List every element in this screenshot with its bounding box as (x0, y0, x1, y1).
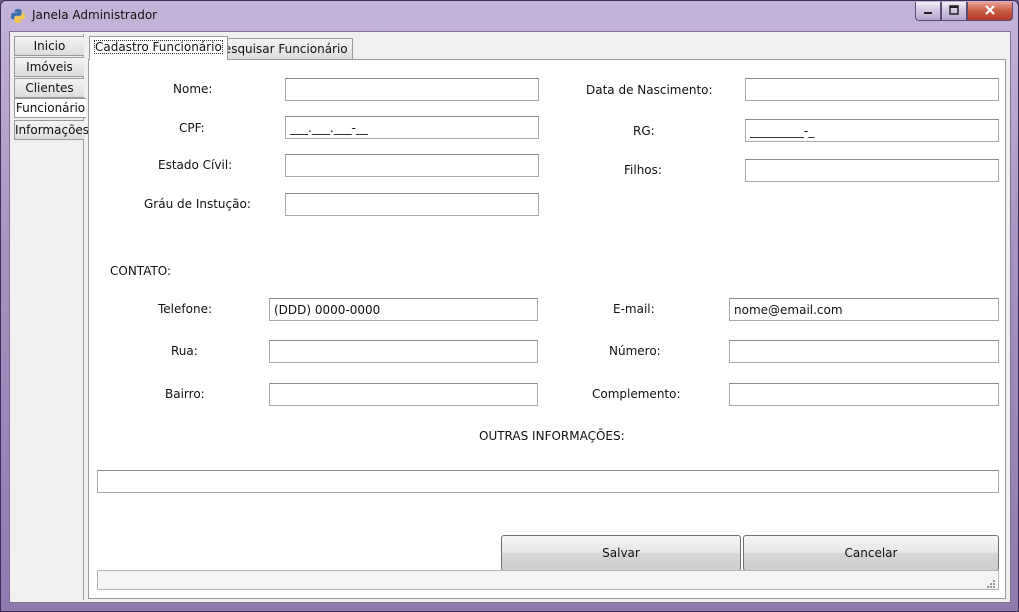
cancel-button[interactable]: Cancelar (743, 535, 999, 571)
window-title: Janela Administrador (32, 8, 158, 22)
resize-grip-icon[interactable] (985, 577, 995, 588)
sidebar-item-clientes[interactable]: Clientes (14, 78, 84, 98)
cadastro-panel: Nome: Data de Nascimento: CPF: RG: Estad… (88, 59, 1006, 599)
cpf-field[interactable] (285, 116, 539, 139)
side-tab-bar: Inicio Imóveis Clientes Funcionário Info… (12, 34, 89, 600)
filhos-field[interactable] (745, 159, 999, 182)
estado-civil-field[interactable] (285, 154, 539, 177)
sidebar-item-funcionario[interactable]: Funcionário (14, 98, 86, 118)
data-nascimento-label: Data de Nascimento: (586, 83, 713, 97)
bairro-field[interactable] (269, 383, 538, 406)
tab-pesquisar-funcionario[interactable]: Pesquisar Funcionário (212, 38, 353, 59)
close-icon (984, 4, 996, 19)
maximize-icon (949, 4, 959, 18)
cpf-label: CPF: (179, 121, 205, 135)
email-label: E-mail: (613, 302, 655, 316)
nome-label: Nome: (173, 82, 213, 96)
close-button[interactable] (967, 2, 1013, 21)
telefone-label: Telefone: (158, 302, 212, 316)
rg-label: RG: (633, 124, 655, 138)
tab-cadastro-funcionario[interactable]: Cadastro Funcionário (89, 36, 228, 60)
email-field[interactable] (729, 298, 999, 321)
nome-field[interactable] (285, 78, 539, 101)
tab-label: Cadastro Funcionário (94, 40, 223, 54)
complemento-field[interactable] (729, 383, 999, 406)
sidebar-item-informacoes[interactable]: Informações (14, 120, 89, 140)
grau-instrucao-field[interactable] (285, 193, 539, 216)
data-nascimento-field[interactable] (745, 78, 999, 101)
numero-field[interactable] (729, 340, 999, 363)
estado-civil-label: Estado Cívil: (158, 158, 233, 172)
status-bar (97, 570, 999, 590)
outras-informacoes-heading: OUTRAS INFORMAÇÕES: (479, 429, 625, 443)
window-controls (915, 2, 1013, 22)
title-bar[interactable]: Janela Administrador (1, 1, 1018, 31)
sidebar-item-imoveis[interactable]: Imóveis (14, 57, 84, 77)
sidebar-item-inicio[interactable]: Inicio (14, 36, 84, 56)
bairro-label: Bairro: (165, 387, 205, 401)
telefone-field[interactable] (269, 298, 538, 321)
save-button[interactable]: Salvar (501, 535, 741, 571)
app-window: Janela Administrador Inicio Imóveis Clie… (0, 0, 1019, 612)
numero-label: Número: (609, 344, 661, 358)
contato-heading: CONTATO: (110, 264, 172, 278)
minimize-icon (923, 4, 933, 18)
client-area: Inicio Imóveis Clientes Funcionário Info… (9, 31, 1011, 603)
grau-instrucao-label: Gráu de Instução: (144, 197, 251, 211)
main-area: Cadastro Funcionário Pesquisar Funcionár… (86, 34, 1008, 600)
python-icon (10, 8, 26, 24)
rua-field[interactable] (269, 340, 538, 363)
rg-field[interactable] (745, 119, 999, 142)
tab-label: Pesquisar Funcionário (217, 42, 348, 56)
filhos-label: Filhos: (624, 163, 662, 177)
rua-label: Rua: (171, 344, 198, 358)
complemento-label: Complemento: (592, 387, 681, 401)
minimize-button[interactable] (915, 2, 941, 21)
outras-informacoes-field[interactable] (97, 470, 999, 493)
maximize-button[interactable] (941, 2, 967, 21)
